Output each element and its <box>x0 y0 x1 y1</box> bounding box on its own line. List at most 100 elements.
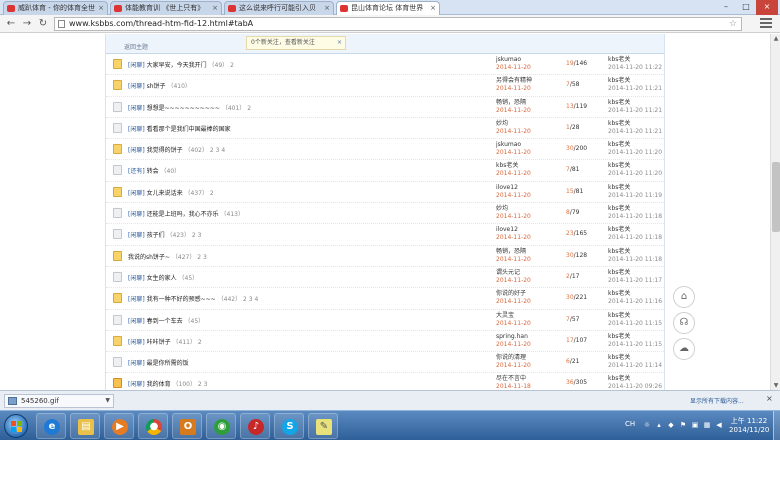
thread-category[interactable]: [闲聊] <box>128 339 145 346</box>
thread-row[interactable]: [闲聊] 想想是~~~~~~~~~~~ （401） 2 畅销，恐隔 2014-11-… <box>106 97 664 118</box>
home-link[interactable]: 返回主题 <box>124 42 148 51</box>
thread-author[interactable]: 畅销，恐隔 <box>496 99 526 106</box>
scrollbar-thumb[interactable] <box>772 162 780 232</box>
thread-category[interactable]: [还有] <box>128 168 145 175</box>
flag-icon[interactable]: ⚑ <box>679 421 687 429</box>
download-item[interactable]: 545260.gif ▼ <box>4 394 114 408</box>
thread-title[interactable]: 还能是上班吗，我心不亦乐 <box>147 211 219 218</box>
scroll-up-icon[interactable]: ▲ <box>772 34 780 43</box>
thread-category[interactable]: [闲聊] <box>128 105 145 112</box>
last-post-user[interactable]: kbs老关 <box>608 375 630 382</box>
thread-title-cell[interactable]: [闲聊] 女儿来说话来 （437） 2 <box>128 188 214 197</box>
last-post-user[interactable]: kbs老关 <box>608 205 630 212</box>
media-player-icon[interactable]: ▶ <box>104 413 134 439</box>
close-icon[interactable]: × <box>766 394 773 403</box>
thread-title-cell[interactable]: [闲聊] 咔咔饼子 （411） 2 <box>128 337 202 346</box>
music-player-icon[interactable]: ♪ <box>240 413 270 439</box>
thread-row[interactable]: [闲聊] 女生的家人 （45） 谓头元记 2014-11-20 2/17 kbs老关 2… <box>106 267 664 289</box>
thread-category[interactable]: [闲聊] <box>128 318 145 325</box>
last-post-user[interactable]: kbs老关 <box>608 333 630 340</box>
thread-author[interactable]: 妙均 <box>496 205 508 212</box>
last-post-user[interactable]: kbs老关 <box>608 226 630 233</box>
thread-title-cell[interactable]: [闲聊] 大家早安，今天我开门 （49） 2 <box>128 60 234 69</box>
last-post-user[interactable]: kbs老关 <box>608 248 630 255</box>
app-tray-icon[interactable]: ◆ <box>667 421 675 429</box>
thread-page-links[interactable]: 2 <box>210 190 214 197</box>
internet-explorer-icon[interactable]: e <box>36 413 66 439</box>
thread-author[interactable]: jskumao <box>496 141 521 148</box>
thread-title-cell[interactable]: [闲聊] 我的体育 （100） 2 3 <box>128 379 207 388</box>
thread-category[interactable]: [闲聊] <box>128 381 145 388</box>
thread-title-cell[interactable]: [闲聊] 想想是~~~~~~~~~~~ （401） 2 <box>128 103 251 112</box>
thread-title[interactable]: 春到一个车去 <box>147 318 183 325</box>
thread-title-cell[interactable]: [闲聊] 我觉得的饼子 （402） 2 3 4 <box>128 145 225 154</box>
last-post-user[interactable]: kbs老关 <box>608 184 630 191</box>
volume-icon[interactable]: ◀ <box>715 421 723 429</box>
chrome-icon[interactable]: ● <box>138 413 168 439</box>
tab-2[interactable]: 体能教育训 《世上只有》 × <box>110 1 222 15</box>
thread-title-cell[interactable]: [闲聊] 我有一种不好的预感~~~ （442） 2 3 4 <box>128 294 258 303</box>
thread-author[interactable]: 大灵宝 <box>496 312 514 319</box>
forward-arrow-icon[interactable]: → <box>20 17 34 31</box>
maximize-button[interactable]: □ <box>736 0 756 15</box>
show-desktop-button[interactable] <box>773 411 780 441</box>
back-arrow-icon[interactable]: ← <box>4 17 18 31</box>
input-method-indicator[interactable]: CH <box>625 420 635 428</box>
thread-category[interactable]: [闲聊] <box>128 147 145 154</box>
file-explorer-icon[interactable]: ▤ <box>70 413 100 439</box>
thread-title[interactable]: 咔咔饼子 <box>147 339 171 346</box>
thread-category[interactable]: [闲聊] <box>128 360 145 367</box>
network-icon[interactable]: ▦ <box>703 421 711 429</box>
last-post-user[interactable]: kbs老关 <box>608 120 630 127</box>
thread-title-cell[interactable]: [闲聊] 女生的家人 （45） <box>128 273 198 282</box>
follow-notice[interactable]: 0个新关注，查看新关注 × <box>246 36 346 50</box>
last-post-user[interactable]: kbs老关 <box>608 269 630 276</box>
notes-icon[interactable]: ✎ <box>308 413 338 439</box>
clock[interactable]: 上午 11:22 2014/11/20 <box>729 417 769 435</box>
chevron-down-icon[interactable]: ▼ <box>105 395 110 407</box>
back-to-top-icon[interactable]: ⌂ <box>673 286 695 308</box>
thread-category[interactable]: [闲聊] <box>128 275 145 282</box>
vertical-scrollbar[interactable]: ▲ ▼ <box>770 34 780 390</box>
last-post-user[interactable]: kbs老关 <box>608 77 630 84</box>
reload-icon[interactable]: ↻ <box>36 17 50 31</box>
start-button[interactable] <box>4 414 28 438</box>
thread-category[interactable]: [闲聊] <box>128 62 145 69</box>
tab-close-icon[interactable]: × <box>98 2 104 14</box>
thread-author[interactable]: ilove12 <box>496 184 518 191</box>
printer-icon[interactable]: ▣ <box>691 421 699 429</box>
thread-title-cell[interactable]: [闲聊] 看看那个是我们中国最棒的国家 <box>128 124 231 133</box>
chrome-menu-icon[interactable] <box>760 18 772 28</box>
thread-row[interactable]: [闲聊] 还能是上班吗，我心不亦乐 （413） 妙均 2014-11-20 8/79… <box>106 203 664 225</box>
thread-row[interactable]: [还有] 转会 （40） kbs老关 2014-11-20 7/81 kbs老关 201… <box>106 160 664 182</box>
last-post-user[interactable]: kbs老关 <box>608 141 630 148</box>
thread-page-links[interactable]: 2 <box>247 105 251 112</box>
thread-row[interactable]: [闲聊] 我觉得的饼子 （402） 2 3 4 jskumao 2014-11-20… <box>106 139 664 161</box>
tab-3[interactable]: 这么说来呼行可能引入贝 × <box>224 1 334 15</box>
last-post-user[interactable]: kbs老关 <box>608 99 630 106</box>
thread-category[interactable]: [闲聊] <box>128 126 145 133</box>
skype-icon[interactable]: S <box>274 413 304 439</box>
thread-category[interactable]: [闲聊] <box>128 232 145 239</box>
thread-row[interactable]: [闲聊] 我有一种不好的预感~~~ （442） 2 3 4 你说的好子 2014-1… <box>106 288 664 310</box>
thread-title[interactable]: 女儿来说话来 <box>147 190 183 197</box>
address-bar[interactable]: www.ksbbs.com/thread-htm-fid-12.html#tab… <box>54 17 742 31</box>
outlook-icon[interactable]: O <box>172 413 202 439</box>
thread-title[interactable]: 想想是~~~~~~~~~~~ <box>147 105 220 112</box>
thread-title[interactable]: 孩子们 <box>147 232 165 239</box>
tab-close-icon[interactable]: × <box>324 2 330 14</box>
minimize-button[interactable]: – <box>716 0 736 15</box>
thread-row[interactable]: [闲聊] 孩子们 （423） 2 3 ilove12 2014-11-20 23/16… <box>106 224 664 246</box>
thread-row[interactable]: [闲聊] 咔咔饼子 （411） 2 spring.han 2014-11-20 17/… <box>106 331 664 353</box>
thread-title-cell[interactable]: [闲聊] 孩子们 （423） 2 3 <box>128 230 201 239</box>
thread-row[interactable]: 我说的sh饼子~ （427） 2 3 畅销，恐隔 2014-11-20 30/128 k… <box>106 246 664 267</box>
last-post-user[interactable]: kbs老关 <box>608 354 630 361</box>
notice-close-icon[interactable]: × <box>337 37 342 49</box>
thread-title-cell[interactable]: [还有] 转会 （40） <box>128 166 180 175</box>
thread-page-links[interactable]: 2 3 <box>192 232 202 239</box>
thread-title[interactable]: 转会 <box>147 168 159 175</box>
thread-row[interactable]: [闲聊] 大家早安，今天我开门 （49） 2 jskumao 2014-11-20 1… <box>106 54 664 76</box>
thread-title-cell[interactable]: [闲聊] 还能是上班吗，我心不亦乐 （413） <box>128 209 244 218</box>
thread-author[interactable]: 你说的清理 <box>496 354 526 361</box>
thread-author[interactable]: ilove12 <box>496 226 518 233</box>
